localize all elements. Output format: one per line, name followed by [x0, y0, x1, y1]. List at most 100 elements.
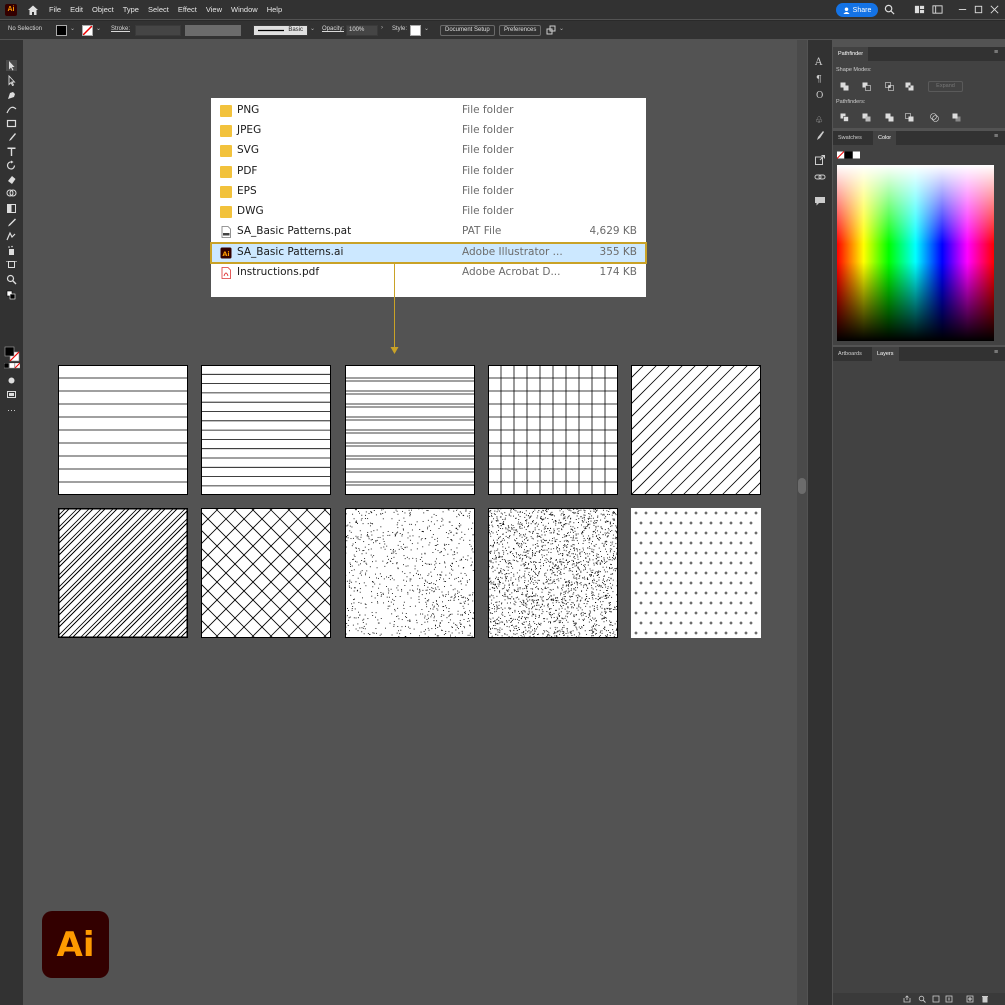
type-tool-icon[interactable] — [6, 146, 17, 157]
pattern-swatch-horizontal-lines-wide[interactable] — [58, 365, 188, 495]
draw-normal-icon[interactable] — [6, 375, 17, 386]
menu-help[interactable]: Help — [267, 5, 282, 14]
fill-swatch[interactable] — [56, 25, 67, 36]
graphic-style-swatch[interactable] — [410, 25, 421, 36]
file-row-eps[interactable]: EPS File folder — [211, 182, 646, 202]
menu-object[interactable]: Object — [92, 5, 114, 14]
tab-artboards[interactable]: Artboards — [833, 347, 867, 361]
color-spectrum[interactable] — [837, 165, 994, 341]
chevron-down-icon[interactable]: ⌄ — [310, 25, 315, 32]
zoom-tool-icon[interactable] — [6, 274, 17, 285]
tab-swatches[interactable]: Swatches — [833, 131, 867, 145]
links-panel-icon[interactable] — [814, 171, 826, 183]
divide-icon[interactable] — [840, 113, 849, 122]
file-row-jpeg[interactable]: JPEG File folder — [211, 121, 646, 141]
search-icon[interactable] — [884, 4, 895, 15]
opacity-label[interactable]: Opacity: — [322, 26, 344, 32]
eraser-tool-icon[interactable] — [6, 174, 17, 185]
screen-mode-icon[interactable] — [6, 389, 17, 400]
new-layer-icon[interactable] — [966, 995, 974, 1003]
stroke-label[interactable]: Stroke: — [111, 26, 130, 32]
pattern-swatch-plus-dots[interactable] — [631, 508, 761, 638]
pattern-swatch-horizontal-lines-medium[interactable] — [201, 365, 331, 495]
file-row-ai-selected[interactable]: Ai SA_Basic Patterns.ai Adobe Illustrato… — [210, 242, 647, 264]
pattern-swatch-horizontal-lines-double[interactable] — [345, 365, 475, 495]
tab-pathfinder[interactable]: Pathfinder — [833, 47, 869, 61]
trim-icon[interactable] — [862, 113, 871, 122]
new-sublayer-icon[interactable] — [945, 995, 953, 1003]
minus-back-icon[interactable] — [952, 113, 961, 122]
chevron-down-icon[interactable]: ⌄ — [96, 25, 101, 32]
file-row-pdf[interactable]: PDF File folder — [211, 162, 646, 182]
character-panel-icon[interactable]: A — [814, 55, 826, 67]
home-icon[interactable] — [27, 4, 39, 16]
gradient-tool-icon[interactable] — [6, 203, 17, 214]
brush-definition-field[interactable]: Basic — [253, 25, 308, 36]
arrange-icon[interactable] — [546, 25, 557, 36]
unite-icon[interactable] — [840, 82, 849, 91]
file-row-instructions[interactable]: Instructions.pdf Adobe Acrobat D... 174 … — [211, 263, 646, 283]
preferences-button[interactable]: Preferences — [499, 25, 542, 36]
pattern-swatch-crosshatch[interactable] — [201, 508, 331, 638]
file-row-png[interactable]: PNG File folder — [211, 101, 646, 121]
delete-layer-icon[interactable] — [981, 995, 989, 1003]
curvature-tool-icon[interactable] — [6, 104, 17, 115]
scrollbar-thumb[interactable] — [798, 478, 806, 494]
rectangle-tool-icon[interactable] — [6, 118, 17, 129]
menu-file[interactable]: File — [49, 5, 61, 14]
comments-panel-icon[interactable] — [814, 195, 826, 207]
artboard-tool-icon[interactable] — [6, 259, 17, 270]
chevron-down-icon[interactable]: ⌄ — [559, 25, 564, 32]
fill-stroke-icon[interactable] — [4, 346, 20, 362]
blend-tool-icon[interactable] — [6, 231, 17, 242]
symbols-panel-icon[interactable]: ♧ — [814, 113, 826, 125]
panel-menu-icon[interactable]: ≡ — [994, 133, 998, 140]
opentype-panel-icon[interactable]: O — [814, 88, 826, 100]
brushes-panel-icon[interactable] — [814, 130, 826, 142]
tab-color[interactable]: Color — [873, 131, 897, 145]
direct-selection-tool-icon[interactable] — [6, 75, 17, 86]
variable-width-profile[interactable] — [185, 25, 241, 36]
pattern-swatch-diagonal-lines[interactable] — [631, 365, 761, 495]
minus-front-icon[interactable] — [862, 82, 871, 91]
menu-select[interactable]: Select — [148, 5, 169, 14]
workspace-switcher-icon[interactable] — [932, 4, 943, 15]
panel-menu-icon[interactable]: ≡ — [994, 349, 998, 356]
clipping-mask-icon[interactable] — [932, 995, 940, 1003]
file-row-svg[interactable]: SVG File folder — [211, 141, 646, 161]
minimize-icon[interactable] — [957, 4, 968, 15]
chevron-down-icon[interactable]: ⌄ — [70, 25, 75, 32]
menu-edit[interactable]: Edit — [70, 5, 83, 14]
intersect-icon[interactable] — [885, 82, 894, 91]
file-row-dwg[interactable]: DWG File folder — [211, 202, 646, 222]
chevron-right-icon[interactable]: › — [381, 25, 383, 31]
crop-icon[interactable] — [905, 113, 914, 122]
merge-icon[interactable] — [885, 113, 894, 122]
vertical-scrollbar[interactable] — [797, 40, 807, 1005]
eyedropper-tool-icon[interactable] — [6, 217, 17, 228]
pattern-swatch-stipple-dense[interactable] — [488, 508, 618, 638]
exclude-icon[interactable] — [905, 82, 914, 91]
chevron-down-icon[interactable]: ⌄ — [424, 25, 429, 32]
pen-tool-icon[interactable] — [6, 90, 17, 101]
pattern-swatch-grid[interactable] — [488, 365, 618, 495]
color-mode-icon[interactable] — [4, 363, 20, 369]
maximize-icon[interactable] — [973, 4, 984, 15]
color-swatch-row[interactable] — [837, 151, 861, 160]
paintbrush-tool-icon[interactable] — [6, 132, 17, 143]
outline-icon[interactable] — [930, 113, 939, 122]
export-panel-icon[interactable] — [814, 154, 826, 166]
rotate-tool-icon[interactable] — [6, 160, 17, 171]
expand-button[interactable]: Expand — [928, 81, 963, 92]
close-icon[interactable] — [989, 4, 1000, 15]
menu-view[interactable]: View — [206, 5, 222, 14]
shape-builder-tool-icon[interactable] — [6, 188, 17, 199]
stroke-swatch[interactable] — [82, 25, 93, 36]
document-setup-button[interactable]: Document Setup — [440, 25, 495, 36]
menu-window[interactable]: Window — [231, 5, 258, 14]
pattern-swatch-stipple-light[interactable] — [345, 508, 475, 638]
selection-tool-icon[interactable] — [6, 60, 17, 71]
symbol-sprayer-tool-icon[interactable] — [6, 245, 17, 256]
panel-menu-icon[interactable]: ≡ — [994, 49, 998, 56]
paragraph-panel-icon[interactable]: ¶ — [814, 72, 826, 84]
